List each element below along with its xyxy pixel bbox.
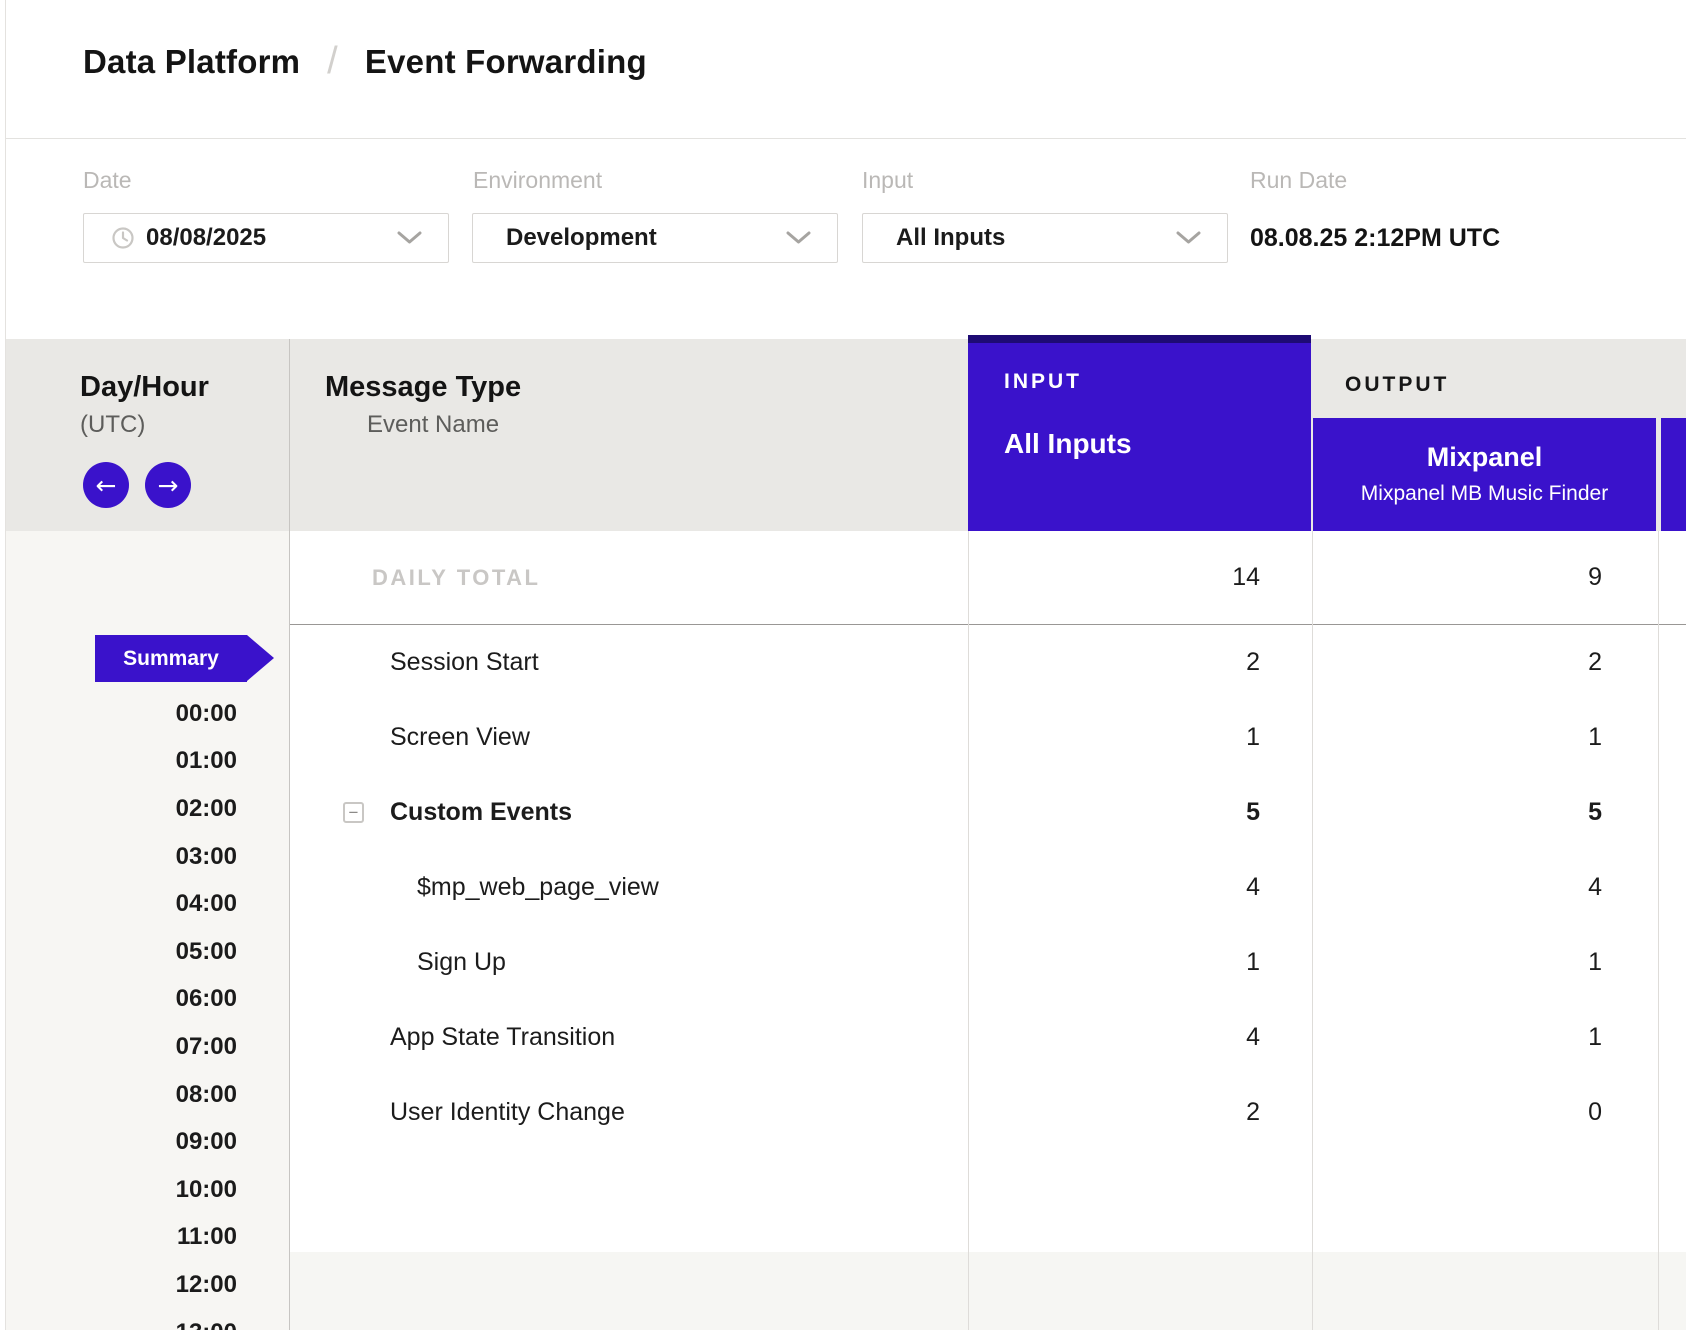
input-count-cell: 2 — [968, 625, 1260, 700]
output-count-cell: 4 — [1313, 850, 1602, 925]
next-day-button[interactable]: → — [145, 462, 191, 508]
sidebar-divider — [289, 339, 290, 1330]
hour-row[interactable]: 04:00 — [6, 880, 237, 928]
hour-row[interactable]: 09:00 — [6, 1118, 237, 1166]
summary-badge[interactable]: Summary — [95, 635, 247, 682]
environment-value: Development — [506, 224, 657, 252]
table-row: − User Identity Change 2 0 — [289, 1075, 1686, 1150]
daily-total-output-value: 9 — [1313, 531, 1602, 624]
hour-row[interactable]: 00:00 — [6, 690, 237, 738]
input-value: All Inputs — [896, 224, 1005, 252]
run-date-label: Run Date — [1250, 167, 1347, 194]
output-count-cell: 1 — [1313, 1000, 1602, 1075]
event-name: User Identity Change — [390, 1075, 625, 1150]
hour-row[interactable]: 12:00 — [6, 1261, 237, 1309]
event-name: Screen View — [390, 700, 530, 775]
output-count-cell: 0 — [1313, 1075, 1602, 1150]
date-filter-label: Date — [83, 167, 132, 194]
output-column-header-mixpanel[interactable]: Mixpanel Mixpanel MB Music Finder — [1313, 418, 1656, 531]
input-group-label: INPUT — [1004, 370, 1082, 394]
hour-row[interactable]: 06:00 — [6, 976, 237, 1024]
clock-icon — [111, 226, 135, 250]
output-group-label: OUTPUT — [1345, 373, 1449, 397]
hour-row[interactable]: 07:00 — [6, 1023, 237, 1071]
table-row: − Sign Up 1 1 — [289, 925, 1686, 1000]
event-name: Sign Up — [417, 925, 506, 1000]
hour-row[interactable]: 08:00 — [6, 1071, 237, 1119]
day-hour-subtitle: (UTC) — [80, 411, 145, 439]
column-divider — [1312, 531, 1313, 1330]
collapse-toggle-icon[interactable]: − — [343, 802, 364, 823]
output-count-cell: 1 — [1313, 700, 1602, 775]
event-name: Custom Events — [390, 775, 572, 850]
filter-bar: Date 08/08/2025 Environment Development … — [6, 139, 1686, 339]
page-title: Event Forwarding — [365, 43, 647, 81]
input-count-cell: 5 — [968, 775, 1260, 850]
summary-label: Summary — [123, 647, 219, 671]
event-forwarding-page: Data Platform / Event Forwarding Date 08… — [0, 0, 1686, 1330]
event-name: $mp_web_page_view — [417, 850, 659, 925]
previous-day-button[interactable]: ← — [83, 462, 129, 508]
hour-row[interactable]: 11:00 — [6, 1214, 237, 1262]
table-row: − Session Start 2 2 — [289, 625, 1686, 700]
input-select[interactable]: All Inputs — [862, 213, 1228, 263]
hour-list: 00:0001:0002:0003:0004:0005:0006:0007:00… — [6, 690, 237, 1330]
breadcrumb: Data Platform / Event Forwarding — [83, 40, 647, 83]
page-left-border — [5, 0, 6, 1330]
event-rows: − Session Start 2 2 − Screen View 1 1 − … — [289, 625, 1686, 1150]
input-count-cell: 1 — [968, 925, 1260, 1000]
arrow-right-icon: → — [158, 471, 179, 500]
message-type-title: Message Type — [325, 371, 521, 404]
event-name: Session Start — [390, 625, 539, 700]
arrow-left-icon: ← — [96, 471, 117, 500]
hour-row[interactable]: 01:00 — [6, 738, 237, 786]
breadcrumb-separator: / — [327, 40, 338, 83]
chevron-down-icon — [786, 231, 811, 245]
hour-row[interactable]: 13:00 — [6, 1309, 237, 1330]
mixpanel-column-subtitle: Mixpanel MB Music Finder — [1313, 482, 1656, 506]
date-value: 08/08/2025 — [146, 224, 266, 252]
column-divider — [1658, 531, 1659, 1330]
table-footer-band — [289, 1252, 1686, 1330]
input-count-cell: 2 — [968, 1075, 1260, 1150]
output-column-header-partial[interactable] — [1661, 418, 1686, 531]
chevron-down-icon — [1176, 231, 1201, 245]
day-hour-sidebar: Summary 00:0001:0002:0003:0004:0005:0006… — [6, 531, 289, 1330]
input-column-title: All Inputs — [1004, 428, 1132, 460]
table-row: − $mp_web_page_view 4 4 — [289, 850, 1686, 925]
mixpanel-column-title: Mixpanel — [1313, 442, 1656, 473]
date-select[interactable]: 08/08/2025 — [83, 213, 449, 263]
hour-row[interactable]: 03:00 — [6, 833, 237, 881]
day-hour-title: Day/Hour — [80, 371, 209, 404]
input-column-header[interactable]: INPUT All Inputs — [968, 335, 1311, 531]
table-row: − Custom Events 5 5 — [289, 775, 1686, 850]
input-count-cell: 1 — [968, 700, 1260, 775]
hour-row[interactable]: 05:00 — [6, 928, 237, 976]
table-row: − Screen View 1 1 — [289, 700, 1686, 775]
environment-select[interactable]: Development — [472, 213, 838, 263]
output-count-cell: 5 — [1313, 775, 1602, 850]
hour-row[interactable]: 02:00 — [6, 785, 237, 833]
chevron-down-icon — [397, 231, 422, 245]
daily-total-row: DAILY TOTAL 14 9 — [289, 531, 1686, 625]
output-count-cell: 1 — [1313, 925, 1602, 1000]
hour-row[interactable]: 10:00 — [6, 1166, 237, 1214]
daily-total-input-value: 14 — [968, 531, 1260, 624]
input-count-cell: 4 — [968, 850, 1260, 925]
table-row: − App State Transition 4 1 — [289, 1000, 1686, 1075]
output-count-cell: 2 — [1313, 625, 1602, 700]
event-name-subtitle: Event Name — [367, 411, 499, 439]
environment-filter-label: Environment — [473, 167, 602, 194]
breadcrumb-section[interactable]: Data Platform — [83, 43, 300, 81]
daily-total-label: DAILY TOTAL — [372, 531, 540, 624]
column-divider — [968, 531, 969, 1330]
event-name: App State Transition — [390, 1000, 615, 1075]
app-header: Data Platform / Event Forwarding — [6, 0, 1686, 139]
input-count-cell: 4 — [968, 1000, 1260, 1075]
run-date-value: 08.08.25 2:12PM UTC — [1250, 224, 1500, 253]
input-filter-label: Input — [862, 167, 913, 194]
